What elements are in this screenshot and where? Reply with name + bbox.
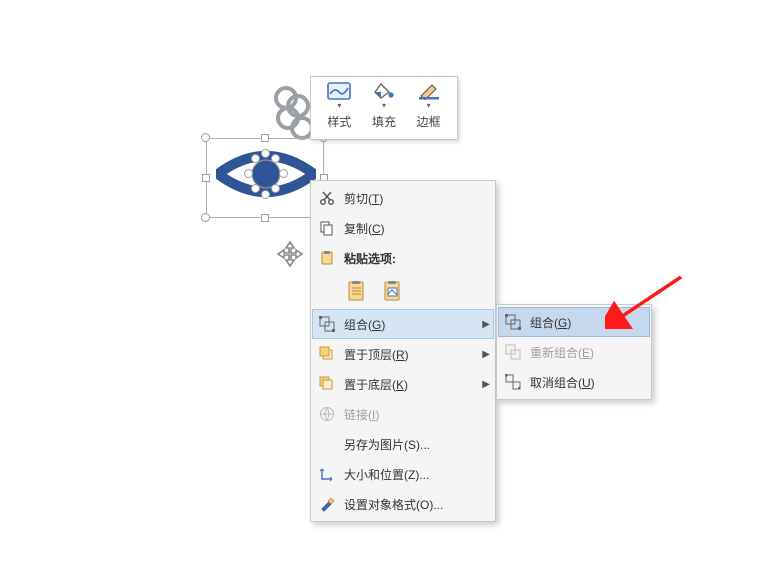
- mini-format-toolbar: ▾ 样式 ▾ 填充 ▾ 边框: [310, 76, 458, 140]
- menu-item-label: 复制(C): [344, 220, 490, 237]
- submenu-item-group[interactable]: 组合(G): [498, 307, 650, 337]
- menu-item-save-as-picture[interactable]: 另存为图片(S)...: [312, 429, 494, 459]
- context-submenu-group: 组合(G) 重新组合(E) 取消组合(U): [496, 304, 652, 400]
- size-position-icon: [316, 463, 338, 485]
- submenu-arrow-icon: ▶: [480, 379, 490, 390]
- style-dropdown[interactable]: ▾ 样式: [317, 81, 362, 137]
- group-icon: [316, 313, 338, 335]
- ungroup-icon: [502, 371, 524, 393]
- menu-item-send-to-back[interactable]: 置于底层(K) ▶: [312, 369, 494, 399]
- menu-item-label: 组合(G): [344, 316, 480, 333]
- menu-item-label: 链接(I): [344, 406, 490, 423]
- menu-item-label: 大小和位置(Z)...: [344, 466, 490, 483]
- context-menu: 剪切(T) 复制(C) 粘贴选项: 组合(G) ▶ 置于顶层(R) ▶: [310, 180, 496, 522]
- menu-item-label: 重新组合(E): [530, 344, 646, 361]
- bring-front-icon: [316, 343, 338, 365]
- format-object-icon: [316, 493, 338, 515]
- fill-dropdown[interactable]: ▾ 填充: [362, 81, 407, 137]
- link-icon: [316, 403, 338, 425]
- paste-icon: [316, 247, 338, 269]
- menu-header-paste-options: 粘贴选项:: [312, 243, 494, 273]
- menu-item-label: 取消组合(U): [530, 374, 646, 391]
- style-icon: [326, 81, 352, 101]
- fill-label: 填充: [372, 113, 396, 130]
- menu-item-copy[interactable]: 复制(C): [312, 213, 494, 243]
- paste-options-row: [312, 273, 494, 309]
- border-dropdown[interactable]: ▾ 边框: [406, 81, 451, 137]
- menu-item-label: 组合(G): [530, 314, 646, 331]
- menu-item-cut[interactable]: 剪切(T): [312, 183, 494, 213]
- menu-item-bring-to-front[interactable]: 置于顶层(R) ▶: [312, 339, 494, 369]
- menu-item-label: 另存为图片(S)...: [344, 436, 490, 453]
- menu-item-format-object[interactable]: 设置对象格式(O)...: [312, 489, 494, 519]
- paste-option-keep-formatting[interactable]: [344, 278, 370, 304]
- menu-item-label: 剪切(T): [344, 190, 490, 207]
- menu-item-link: 链接(I): [312, 399, 494, 429]
- menu-item-label: 置于顶层(R): [344, 346, 480, 363]
- submenu-arrow-icon: ▶: [480, 349, 490, 360]
- submenu-item-ungroup[interactable]: 取消组合(U): [498, 367, 650, 397]
- border-icon: [416, 81, 442, 101]
- canvas-selected-shape[interactable]: [206, 128, 326, 224]
- style-label: 样式: [327, 113, 351, 130]
- submenu-arrow-icon: ▶: [480, 319, 490, 330]
- menu-item-size-and-position[interactable]: 大小和位置(Z)...: [312, 459, 494, 489]
- menu-item-group[interactable]: 组合(G) ▶: [312, 309, 494, 339]
- copy-icon: [316, 217, 338, 239]
- move-cursor-icon: [276, 240, 304, 268]
- submenu-item-regroup: 重新组合(E): [498, 337, 650, 367]
- fill-icon: [371, 81, 397, 101]
- group-icon: [502, 311, 524, 333]
- cut-icon: [316, 187, 338, 209]
- blank-icon: [316, 433, 338, 455]
- send-back-icon: [316, 373, 338, 395]
- paste-option-picture[interactable]: [380, 278, 406, 304]
- menu-item-label: 粘贴选项:: [344, 250, 490, 267]
- menu-item-label: 设置对象格式(O)...: [344, 496, 490, 513]
- menu-item-label: 置于底层(K): [344, 376, 480, 393]
- border-label: 边框: [417, 113, 441, 130]
- regroup-icon: [502, 341, 524, 363]
